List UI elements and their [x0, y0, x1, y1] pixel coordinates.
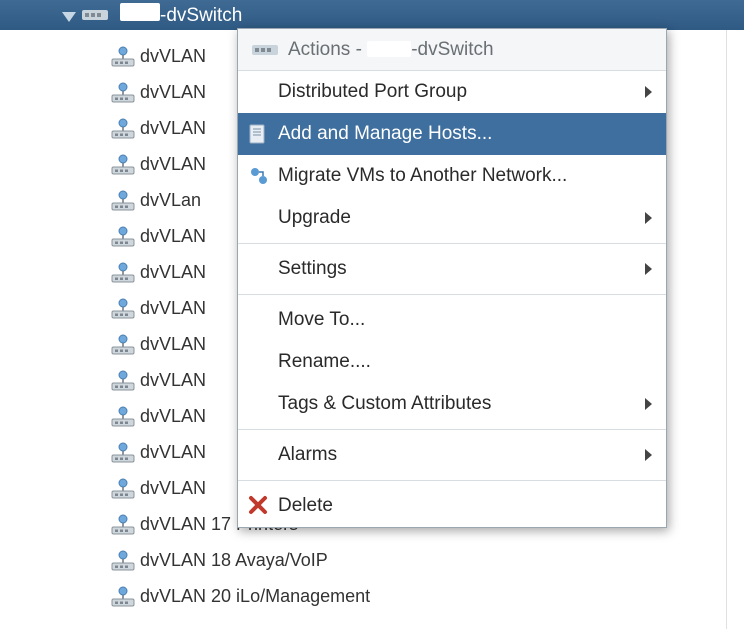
- context-menu: Actions - -dvSwitch Distributed Port Gro…: [237, 28, 667, 528]
- portgroup-label: dvVLAN: [140, 406, 206, 427]
- menu-distributed-port-group[interactable]: Distributed Port Group: [238, 71, 666, 113]
- portgroup-icon: [110, 117, 134, 139]
- menu-label: Tags & Custom Attributes: [278, 393, 491, 415]
- menu-delete[interactable]: Delete: [238, 485, 666, 527]
- portgroup-label: dvVLAN: [140, 46, 206, 67]
- portgroup-label: dvVLAN: [140, 226, 206, 247]
- menu-add-manage-hosts[interactable]: Add and Manage Hosts...: [238, 113, 666, 155]
- portgroup-icon: [110, 477, 134, 499]
- menu-rename[interactable]: Rename....: [238, 341, 666, 383]
- portgroup-icon: [110, 513, 134, 535]
- portgroup-label: dvVLAN: [140, 262, 206, 283]
- menu-label: Rename....: [278, 351, 371, 373]
- portgroup-label: dvVLAN: [140, 82, 206, 103]
- menu-header-text: Actions - -dvSwitch: [288, 39, 494, 61]
- portgroup-icon: [110, 369, 134, 391]
- menu-migrate-vms[interactable]: Migrate VMs to Another Network...: [238, 155, 666, 197]
- menu-label: Upgrade: [278, 207, 351, 229]
- portgroup-icon: [110, 261, 134, 283]
- submenu-arrow-icon: [645, 212, 652, 224]
- menu-upgrade[interactable]: Upgrade: [238, 197, 666, 239]
- portgroup-label: dvVLAN: [140, 370, 206, 391]
- portgroup-icon: [110, 189, 134, 211]
- menu-move-to[interactable]: Move To...: [238, 299, 666, 341]
- portgroup-icon: [110, 45, 134, 67]
- portgroup-label: dvVLAN: [140, 118, 206, 139]
- menu-alarms[interactable]: Alarms: [238, 434, 666, 476]
- portgroup-icon: [110, 333, 134, 355]
- menu-separator: [238, 480, 666, 481]
- portgroup-label: dvVLAN: [140, 298, 206, 319]
- menu-label: Move To...: [278, 309, 365, 331]
- portgroup-label: dvVLan: [140, 190, 201, 211]
- menu-label: Delete: [278, 495, 333, 517]
- portgroup-item[interactable]: dvVLAN 20 iLo/Management: [110, 578, 744, 614]
- portgroup-label: dvVLAN: [140, 334, 206, 355]
- menu-label: Migrate VMs to Another Network...: [278, 165, 567, 187]
- expand-triangle-icon[interactable]: [62, 9, 76, 29]
- portgroup-icon: [110, 153, 134, 175]
- tree-header[interactable]: -dvSwitch: [0, 0, 744, 30]
- menu-header: Actions - -dvSwitch: [238, 29, 666, 71]
- portgroup-label: dvVLAN 18 Avaya/VoIP: [140, 550, 328, 571]
- migrate-icon: [248, 165, 270, 187]
- portgroup-icon: [110, 441, 134, 463]
- portgroup-label: dvVLAN: [140, 442, 206, 463]
- portgroup-icon: [110, 81, 134, 103]
- add-hosts-icon: [248, 123, 270, 145]
- submenu-arrow-icon: [645, 263, 652, 275]
- right-gutter: [726, 30, 744, 629]
- menu-separator: [238, 243, 666, 244]
- portgroup-icon: [110, 225, 134, 247]
- portgroup-label: dvVLAN 20 iLo/Management: [140, 586, 370, 607]
- switch-name: -dvSwitch: [120, 3, 242, 27]
- portgroup-icon: [110, 549, 134, 571]
- menu-separator: [238, 429, 666, 430]
- submenu-arrow-icon: [645, 86, 652, 98]
- submenu-arrow-icon: [645, 449, 652, 461]
- portgroup-icon: [110, 585, 134, 607]
- submenu-arrow-icon: [645, 398, 652, 410]
- menu-tags-attributes[interactable]: Tags & Custom Attributes: [238, 383, 666, 425]
- menu-label: Alarms: [278, 444, 337, 466]
- menu-label: Add and Manage Hosts...: [278, 123, 492, 145]
- redacted-prefix: [120, 3, 160, 21]
- dvswitch-icon: [82, 7, 108, 23]
- portgroup-item[interactable]: dvVLAN 18 Avaya/VoIP: [110, 542, 744, 578]
- portgroup-icon: [110, 405, 134, 427]
- portgroup-label: dvVLAN: [140, 478, 206, 499]
- menu-label: Distributed Port Group: [278, 81, 467, 103]
- dvswitch-icon: [252, 42, 278, 58]
- menu-settings[interactable]: Settings: [238, 248, 666, 290]
- menu-separator: [238, 294, 666, 295]
- portgroup-label: dvVLAN: [140, 154, 206, 175]
- portgroup-icon: [110, 297, 134, 319]
- redacted-prefix: [367, 41, 411, 57]
- menu-label: Settings: [278, 258, 347, 280]
- delete-icon: [248, 495, 270, 517]
